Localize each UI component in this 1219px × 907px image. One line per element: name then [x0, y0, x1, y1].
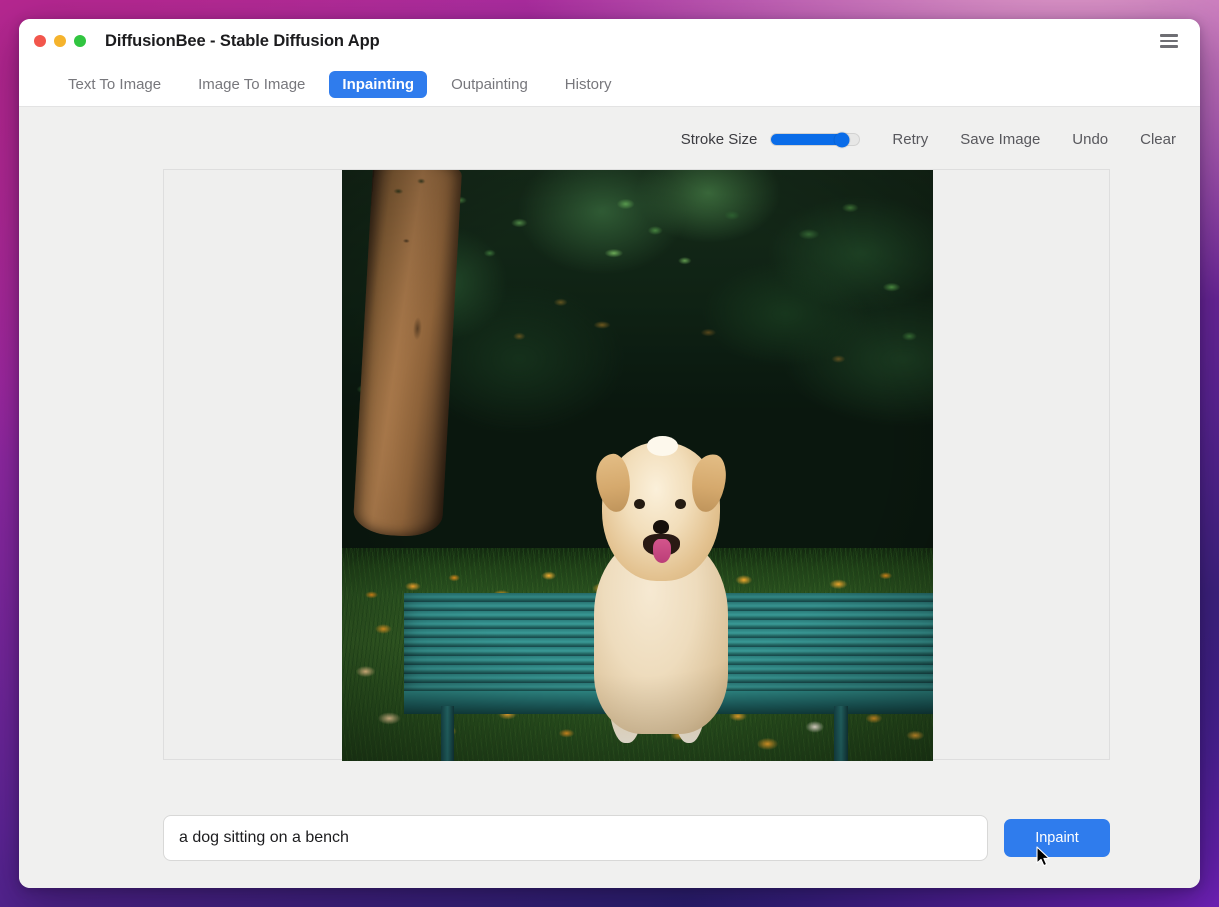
- inpainting-canvas[interactable]: [163, 169, 1110, 761]
- tab-outpainting[interactable]: Outpainting: [438, 71, 541, 98]
- app-window: DiffusionBee - Stable Diffusion App Text…: [19, 19, 1200, 888]
- clear-button[interactable]: Clear: [1140, 127, 1176, 152]
- stroke-size-label: Stroke Size: [680, 131, 758, 148]
- retry-button[interactable]: Retry: [892, 127, 928, 152]
- dog-eye: [633, 498, 645, 509]
- tab-history[interactable]: History: [552, 71, 625, 98]
- close-window-button[interactable]: [34, 35, 46, 47]
- prompt-bar: a dog sitting on a bench Inpaint: [163, 815, 1110, 861]
- dog-ear: [687, 452, 729, 515]
- hamburger-line: [1160, 45, 1178, 48]
- dog-tongue: [652, 539, 671, 563]
- canvas-toolbar: Stroke Size Retry Save Image Undo Clear: [681, 127, 1176, 152]
- tab-bar: Text To Image Image To Image Inpainting …: [19, 63, 1200, 107]
- stroke-size-slider[interactable]: [770, 132, 861, 147]
- dog-nose: [652, 519, 670, 534]
- hamburger-line: [1160, 39, 1178, 43]
- minimize-window-button[interactable]: [54, 35, 66, 47]
- dog-head: [593, 436, 729, 581]
- dog-tuft: [646, 436, 678, 456]
- dog-subject: [581, 436, 741, 743]
- tab-text-to-image[interactable]: Text To Image: [55, 71, 174, 98]
- save-image-button[interactable]: Save Image: [960, 127, 1040, 152]
- hamburger-line: [1160, 34, 1178, 37]
- bench-leg: [440, 706, 455, 761]
- prompt-input[interactable]: a dog sitting on a bench: [163, 815, 988, 861]
- main-content: Stroke Size Retry Save Image Undo Clear: [19, 107, 1200, 888]
- traffic-lights: [34, 35, 86, 47]
- source-image[interactable]: [342, 170, 933, 761]
- slider-fill: [771, 134, 842, 145]
- dog-eye: [675, 498, 686, 509]
- window-title: DiffusionBee - Stable Diffusion App: [105, 31, 380, 50]
- tab-image-to-image[interactable]: Image To Image: [185, 71, 318, 98]
- hamburger-menu-icon[interactable]: [1160, 34, 1178, 48]
- dog-ear: [593, 452, 635, 515]
- bench-leg: [834, 706, 848, 761]
- tab-inpainting[interactable]: Inpainting: [329, 71, 428, 98]
- title-bar: DiffusionBee - Stable Diffusion App: [19, 19, 1200, 63]
- maximize-window-button[interactable]: [74, 35, 86, 47]
- inpaint-button[interactable]: Inpaint: [1004, 819, 1110, 857]
- undo-button[interactable]: Undo: [1072, 127, 1108, 152]
- slider-thumb[interactable]: [834, 132, 850, 147]
